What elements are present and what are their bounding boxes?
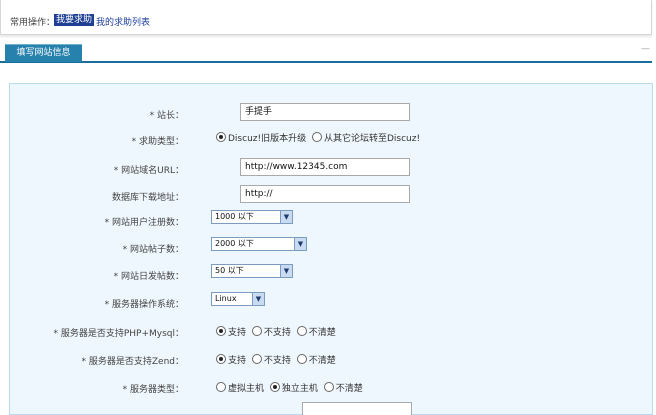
zend-label: * 服务器是否支持Zend： <box>81 357 184 367</box>
radio-php-yes-label: 支持 <box>228 328 247 338</box>
radio-zend-unknown[interactable] <box>296 354 307 364</box>
chevron-down-icon: ▼ <box>252 293 264 305</box>
row-site-url: * 网站域名URL： http://www.12345.com <box>10 158 652 178</box>
radio-zend-unknown-label: 不清楚 <box>308 356 336 366</box>
radio-dedicated-host[interactable] <box>269 382 280 392</box>
os-select[interactable]: Linux ▼ <box>211 292 265 306</box>
chevron-down-icon: ▼ <box>294 238 306 250</box>
server-type-radios: 虚拟主机 独立主机 不清楚 <box>216 381 366 394</box>
posts-label: * 网站帖子数： <box>122 245 184 255</box>
chevron-down-icon: ▼ <box>280 265 292 277</box>
os-select-value: Linux <box>215 294 237 303</box>
radio-zend-yes[interactable] <box>216 354 226 364</box>
site-url-input[interactable]: http://www.12345.com <box>240 158 410 176</box>
row-posts: * 网站帖子数： 2000 以下 ▼ <box>10 237 652 257</box>
chevron-down-icon: ▼ <box>280 211 292 223</box>
webmaster-label: * 站长： <box>149 111 184 121</box>
row-php: * 服务器是否支持PHP+Mysql： 支持 不支持 不清楚 <box>10 321 652 341</box>
radio-php-unknown[interactable] <box>296 326 307 336</box>
webmaster-input[interactable]: 手提手 <box>240 103 410 121</box>
radio-virtual-host[interactable] <box>216 382 226 392</box>
zend-radios: 支持 不支持 不清楚 <box>216 353 339 366</box>
radio-zend-no[interactable] <box>251 354 262 364</box>
radio-zend-yes-label: 支持 <box>228 356 247 366</box>
radio-upgrade[interactable] <box>216 132 226 142</box>
collapse-icon[interactable]: — <box>641 44 650 54</box>
row-db-download: 数据库下载地址： http:// <box>10 185 652 205</box>
posts-select[interactable]: 2000 以下 ▼ <box>211 237 307 251</box>
common-operations-label: 常用操作： <box>10 18 56 28</box>
daily-label: * 网站日发帖数： <box>113 272 184 282</box>
os-label: * 服务器操作系统： <box>104 300 184 310</box>
radio-php-no[interactable] <box>251 326 262 336</box>
server-type-label: * 服务器类型： <box>122 385 184 395</box>
radio-virtual-host-label: 虚拟主机 <box>228 384 265 394</box>
row-os: * 服务器操作系统： Linux ▼ <box>10 292 652 312</box>
db-download-label: 数据库下载地址： <box>111 193 184 203</box>
daily-select-value: 50 以下 <box>215 266 244 275</box>
radio-php-no-label: 不支持 <box>263 328 291 338</box>
radio-upgrade-label: Discuz!旧版本升级 <box>228 134 307 144</box>
radio-php-unknown-label: 不清楚 <box>308 328 336 338</box>
next-field-input[interactable] <box>302 402 412 415</box>
help-type-label: * 求助类型： <box>131 137 184 147</box>
users-select[interactable]: 1000 以下 ▼ <box>211 210 293 224</box>
request-help-link[interactable]: 我要求助 <box>54 14 95 26</box>
users-select-value: 1000 以下 <box>215 212 254 221</box>
php-label: * 服务器是否支持PHP+Mysql： <box>53 329 184 339</box>
my-requests-link[interactable]: 我的求助列表 <box>96 15 150 28</box>
radio-convert[interactable] <box>311 132 322 142</box>
row-zend: * 服务器是否支持Zend： 支持 不支持 不清楚 <box>10 349 652 369</box>
radio-php-yes[interactable] <box>216 326 226 336</box>
row-users: * 网站用户注册数： 1000 以下 ▼ <box>10 210 652 230</box>
row-server-type: * 服务器类型： 虚拟主机 独立主机 不清楚 <box>10 377 652 397</box>
db-download-input[interactable]: http:// <box>240 185 410 203</box>
radio-server-unknown[interactable] <box>323 382 334 392</box>
daily-select[interactable]: 50 以下 ▼ <box>211 264 293 278</box>
tab-bar: 填写网站信息 — <box>0 44 652 63</box>
row-webmaster: * 站长： 手提手 <box>10 103 652 123</box>
tab-fill-site-info[interactable]: 填写网站信息 <box>5 44 82 62</box>
radio-server-unknown-label: 不清楚 <box>335 384 363 394</box>
row-help-type: * 求助类型： Discuz!旧版本升级 从其它论坛转至Discuz! <box>10 129 652 149</box>
row-daily: * 网站日发帖数： 50 以下 ▼ <box>10 264 652 284</box>
common-operations-bar: 常用操作： 我要求助 我的求助列表 <box>0 0 652 35</box>
site-url-label: * 网站域名URL： <box>113 166 184 176</box>
posts-select-value: 2000 以下 <box>215 239 254 248</box>
form-panel: * 站长： 手提手 * 求助类型： Discuz!旧版本升级 从其它论坛转至Di… <box>9 83 653 415</box>
users-label: * 网站用户注册数： <box>104 218 184 228</box>
radio-dedicated-host-label: 独立主机 <box>281 384 318 394</box>
php-radios: 支持 不支持 不清楚 <box>216 325 339 338</box>
radio-convert-label: 从其它论坛转至Discuz! <box>323 134 421 144</box>
help-type-radios: Discuz!旧版本升级 从其它论坛转至Discuz! <box>216 131 423 144</box>
radio-zend-no-label: 不支持 <box>263 356 291 366</box>
